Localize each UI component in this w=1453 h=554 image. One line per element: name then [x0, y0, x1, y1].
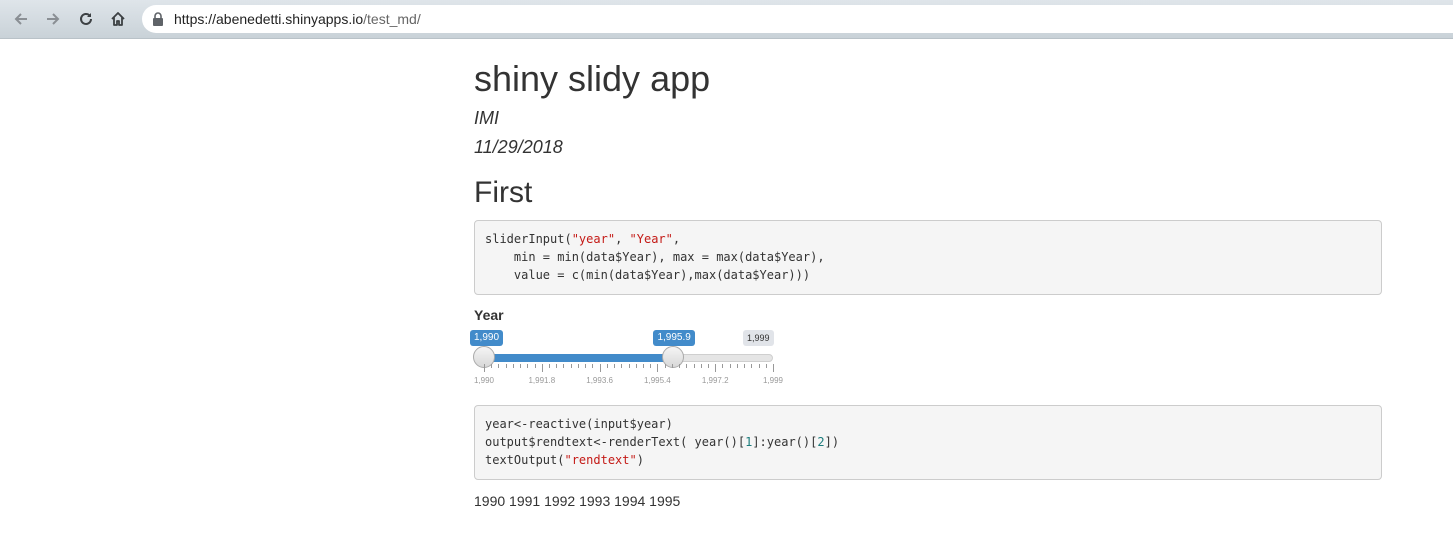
slider-label: Year [474, 307, 504, 323]
reload-button[interactable] [75, 8, 97, 30]
code-token: ]) [824, 435, 840, 449]
url-path: /test_md/ [363, 11, 421, 27]
slider-tick [736, 364, 738, 368]
slider-tick [549, 364, 551, 368]
slider-tick [570, 364, 572, 368]
code-token: 2 [817, 435, 825, 449]
back-arrow-icon [14, 13, 27, 25]
slider-tick-label: 1,991.8 [528, 376, 556, 385]
slider-ticks [484, 364, 774, 374]
code-token: "Year" [629, 232, 673, 246]
slider-tick [520, 364, 522, 368]
slider-tick [556, 364, 558, 368]
slider-tick [693, 364, 695, 368]
slider-tick-label: 1,993.6 [586, 376, 613, 385]
slider-selected-range [484, 354, 674, 362]
slider-tick [642, 364, 644, 368]
slider-tick [498, 364, 500, 368]
code-token: "rendtext" [564, 453, 637, 467]
code-token: "year" [571, 232, 616, 246]
slider-tick [527, 364, 529, 368]
slider-tick [744, 364, 746, 368]
slider-tick-label: 1,990 [473, 376, 495, 385]
slider-tick [512, 364, 514, 368]
browser-toolbar: https://abenedetti.shinyapps.io/test_md/ [0, 0, 1453, 39]
slider-tick [664, 364, 666, 368]
reload-icon [80, 12, 92, 25]
slider-tick-label: 1,995.4 [644, 376, 671, 385]
slider-tick [722, 364, 724, 368]
url-text: https://abenedetti.shinyapps.io/test_md/ [174, 11, 421, 27]
code-token: , [615, 232, 630, 246]
rendered-text-output: 1990 1991 1992 1993 1994 1995 [474, 493, 681, 509]
slider-to-value: 1,995.9 [653, 330, 695, 346]
slider-tick [758, 364, 760, 368]
slider-tick-label: 1,997.2 [701, 376, 729, 385]
slider-tick [541, 364, 543, 372]
slider-tick [614, 364, 616, 368]
code-token: year<-reactive(input$year) [485, 417, 673, 431]
slider-tick [592, 364, 594, 368]
slider-tick [577, 364, 579, 368]
slider-tick [534, 364, 536, 368]
code-token: textOutput( [485, 453, 565, 467]
code-token: , [672, 232, 681, 246]
slider-tick [707, 364, 709, 368]
slider-max-value: 1,999 [743, 330, 774, 346]
slider-tick [491, 364, 493, 368]
forward-arrow-icon [47, 13, 60, 25]
code-line: sliderInput("year", "Year", [485, 230, 1381, 248]
slider-tick [773, 364, 774, 372]
code-line: output$rendtext<-renderText( year()[1]:y… [485, 433, 1381, 451]
code-token: ) [636, 453, 644, 467]
slider-tick [686, 364, 688, 368]
slider-from-value: 1,990 [470, 330, 504, 346]
code-line: textOutput("rendtext") [485, 451, 1381, 469]
slider-tick [671, 364, 673, 368]
home-button[interactable] [107, 8, 129, 30]
section-heading: First [474, 176, 533, 209]
code-line: year<-reactive(input$year) [485, 415, 1381, 433]
slider-tick [729, 364, 731, 368]
url-host: https://abenedetti.shinyapps.io [174, 11, 364, 27]
slider-tick [650, 364, 652, 368]
code-token: value = c(min(data$Year),max(data$Year))… [485, 268, 811, 282]
lock-icon [153, 12, 163, 26]
code-line: value = c(min(data$Year),max(data$Year))… [485, 266, 1381, 284]
slider-tick [765, 364, 767, 368]
slider-tick [563, 364, 565, 368]
code-block-slider-input: sliderInput("year", "Year", min = min(da… [474, 220, 1382, 295]
slider-tick [484, 364, 485, 372]
slider-tick [679, 364, 681, 368]
slider-tick [585, 364, 587, 368]
code-token: output$rendtext<-renderText( year()[ [485, 435, 746, 449]
code-token: ]:year()[ [752, 435, 818, 449]
forward-button[interactable] [42, 8, 64, 30]
slider-tick [700, 364, 702, 368]
code-token: sliderInput( [485, 232, 572, 246]
slider-tick [606, 364, 608, 368]
slider-tick [657, 364, 659, 372]
slider-tick [635, 364, 637, 368]
slider-tick [715, 364, 717, 372]
back-button[interactable] [10, 8, 32, 30]
date: 11/29/2018 [474, 137, 563, 157]
slider-tick [599, 364, 601, 372]
year-range-slider[interactable]: 1,990 1,995.9 1,999 1,990 1,991.8 1,993.6 1… [470, 330, 784, 390]
code-line: min = min(data$Year), max = max(data$Yea… [485, 248, 1381, 266]
home-icon [111, 12, 125, 26]
page-title: shiny slidy app [474, 58, 711, 99]
code-block-render-text: year<-reactive(input$year) output$rendtex… [474, 405, 1382, 480]
slider-tick-label: 1,999 [762, 376, 784, 385]
author: IMI [474, 108, 499, 128]
address-bar[interactable]: https://abenedetti.shinyapps.io/test_md/ [142, 5, 1453, 33]
slider-tick [505, 364, 507, 368]
slider-tick [751, 364, 753, 368]
code-token: min = min(data$Year), max = max(data$Yea… [485, 250, 825, 264]
slider-tick [628, 364, 630, 368]
slider-tick [621, 364, 623, 368]
